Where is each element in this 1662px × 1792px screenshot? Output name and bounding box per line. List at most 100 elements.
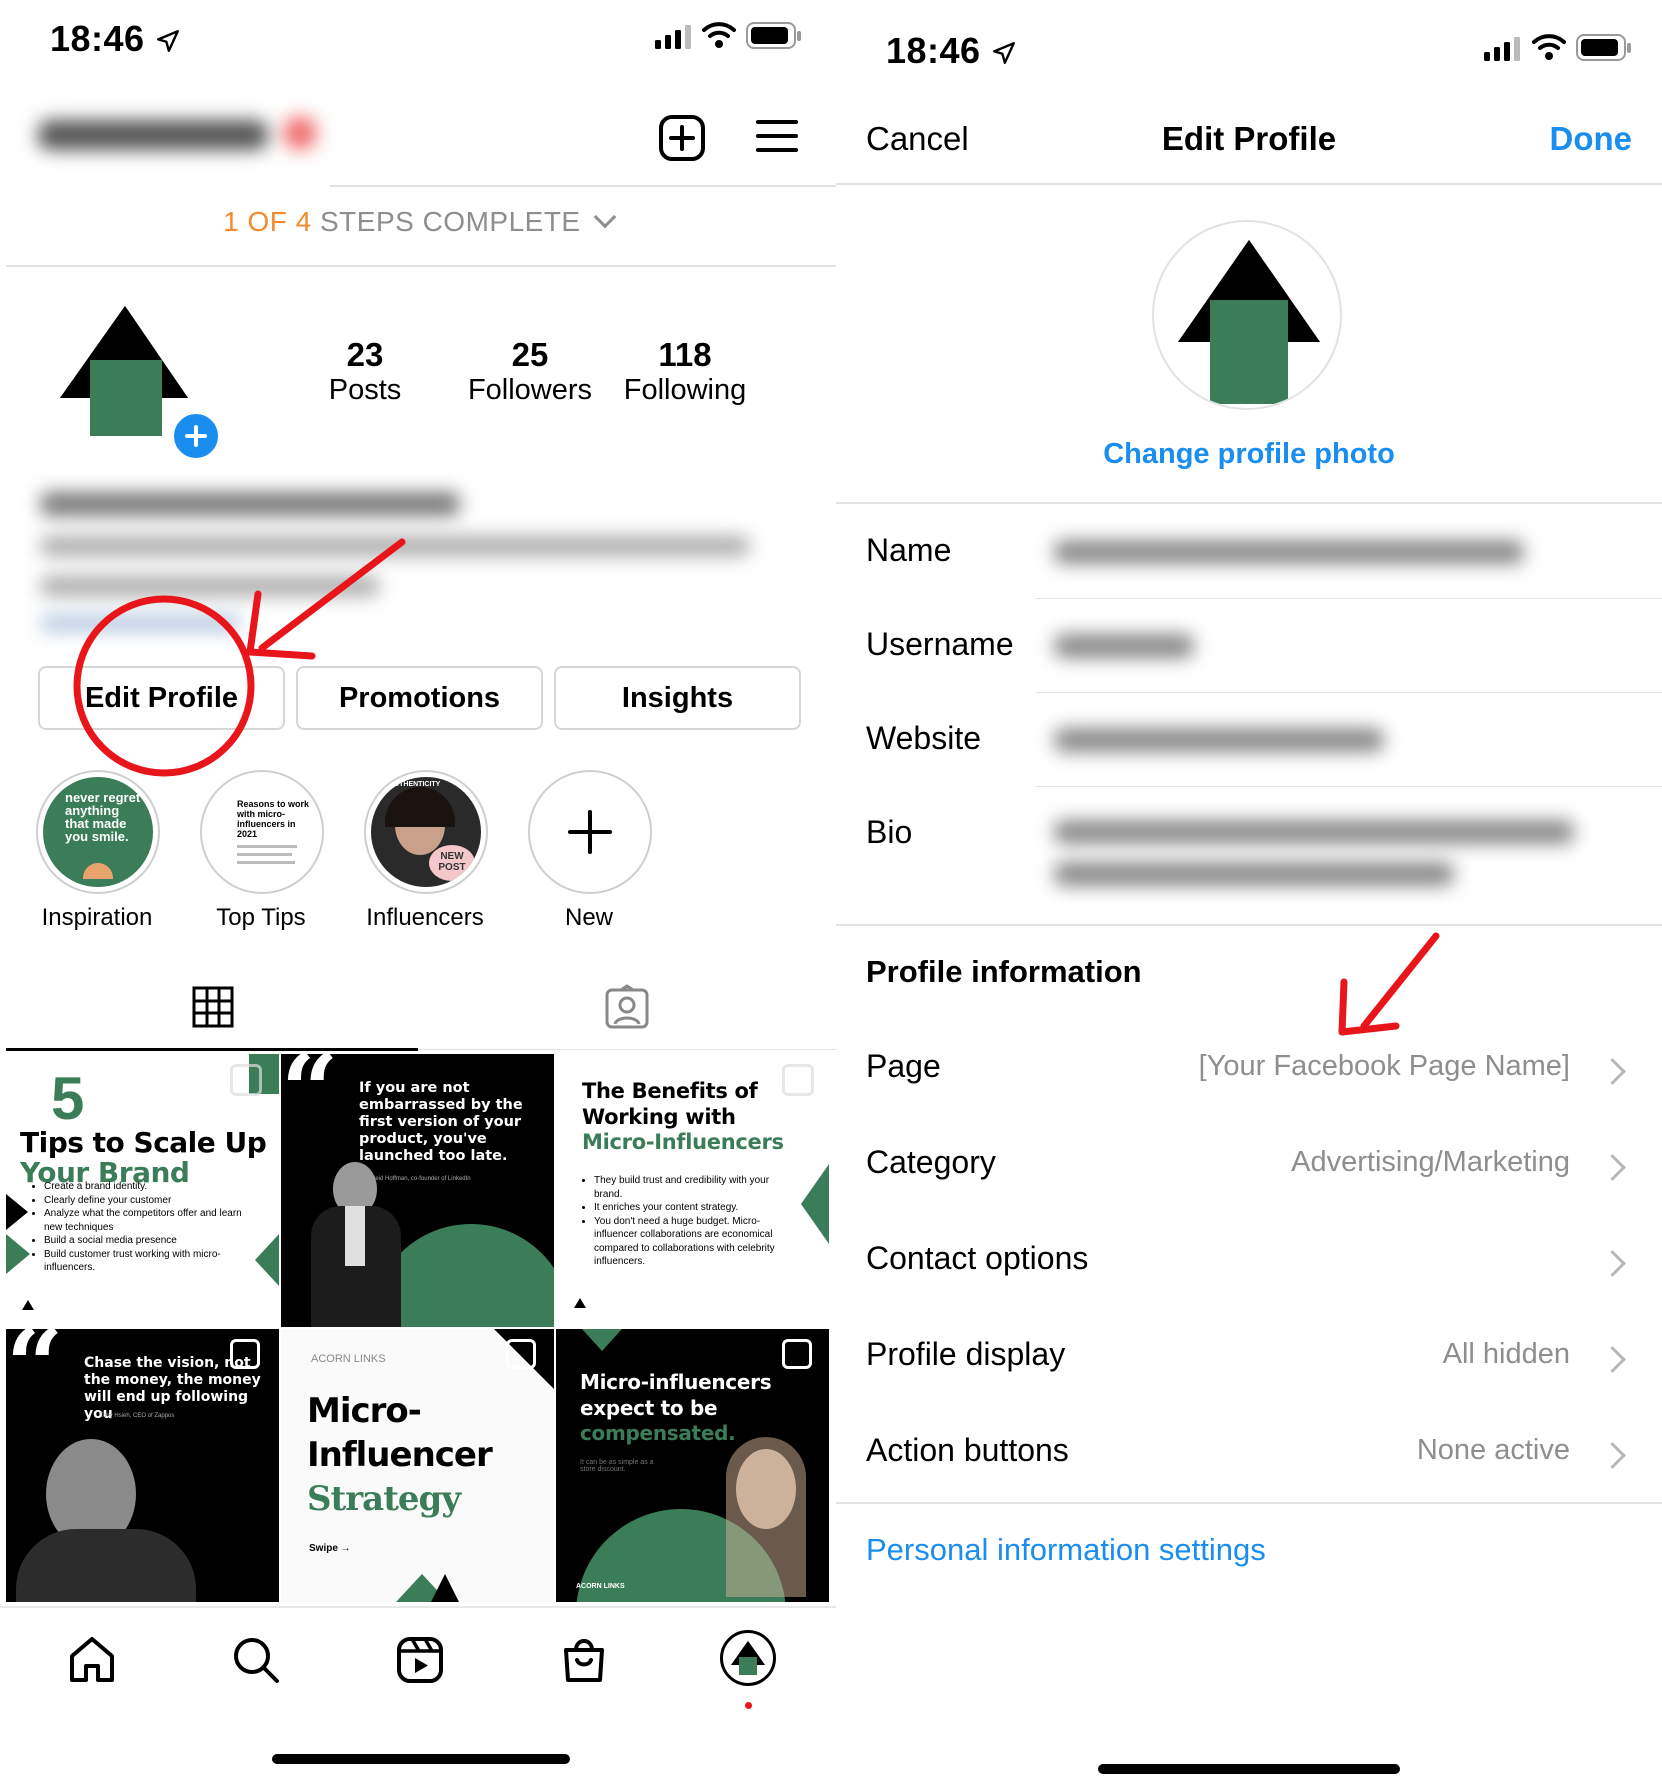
chevron-right-icon [1599,1442,1626,1469]
signal-icon [655,24,693,55]
change-photo-link[interactable]: Change profile photo [836,438,1662,471]
section-heading: Profile information [866,954,1142,989]
home-indicator [272,1754,570,1764]
highlight-label: Top Tips [216,904,306,931]
location-arrow-icon [157,30,180,53]
grid-tab[interactable] [192,986,234,1033]
chevron-down-icon [593,205,617,229]
post-bullets: They build trust and credibility with yo… [582,1174,794,1269]
highlight-label: Influencers [366,904,484,931]
bio-input-line [1054,862,1454,886]
personal-info-settings-link[interactable]: Personal information settings [866,1532,1266,1568]
brand-logo-icon [1178,240,1320,404]
post-number: 5 [51,1065,85,1132]
post-tile[interactable]: Micro-influencers expect to be compensat… [556,1329,829,1602]
post-title: Influencer [307,1435,493,1475]
row-label[interactable]: Page [866,1048,941,1085]
field-label: Username [866,626,1014,662]
bio-input[interactable] [1054,820,1574,844]
search-tab[interactable] [230,1634,282,1691]
brand-label: ACORN LINKS [576,1583,625,1590]
username-input[interactable] [1054,634,1194,658]
field-label: Name [866,532,952,568]
post-tile[interactable]: ACORN LINKS Micro- Influencer Strategy S… [281,1329,554,1602]
profile-tab[interactable] [720,1630,776,1686]
signal-icon [1484,36,1522,67]
location-arrow-icon [993,42,1016,65]
battery-icon [746,22,802,55]
row-label[interactable]: Profile display [866,1336,1065,1373]
post-title: The Benefits of Working with [582,1079,758,1129]
add-story-button[interactable] [170,410,222,462]
reels-tab[interactable] [394,1634,446,1691]
carousel-icon [506,1339,536,1369]
active-tab-indicator [6,1048,418,1051]
row-label[interactable]: Action buttons [866,1432,1069,1469]
carousel-icon [782,1339,812,1369]
post-tile[interactable]: “ If you are not embarrassed by the firs… [281,1054,554,1327]
post-title-accent: Strategy [307,1479,461,1519]
post-title-accent: compensated. [580,1421,736,1445]
chevron-right-icon [1599,1346,1626,1373]
status-time: 18:46 [886,30,1017,72]
bio-name-blurred [40,492,460,516]
chevron-right-icon [1599,1058,1626,1085]
chevron-right-icon [1599,1250,1626,1277]
done-button[interactable]: Done [1550,120,1633,158]
page-title: Edit Profile [1161,120,1337,157]
profile-photo[interactable] [1152,220,1342,410]
name-input[interactable] [1054,540,1524,564]
brand-label: ACORN LINKS [311,1353,386,1365]
wifi-icon [1532,32,1566,67]
highlight-cover-text: Reasons to work with micro-influencers i… [237,799,310,839]
profile-display-value[interactable]: All hidden [1443,1338,1570,1371]
row-label[interactable]: Category [866,1144,996,1181]
website-input[interactable] [1054,728,1384,752]
menu-icon[interactable] [756,118,798,159]
brand-logo-icon [60,306,188,436]
plus-icon [185,425,207,447]
posts-stat[interactable]: 23 Posts [295,336,435,407]
reels-icon [397,1637,443,1683]
new-post-icon[interactable] [658,114,706,167]
tagged-person-icon [605,984,649,1029]
edit-profile-screen: 18:46 Cancel Edit Profile Done Change pr… [836,0,1662,1792]
brand-logo-icon [731,1641,765,1675]
search-icon [234,1638,279,1683]
category-value[interactable]: Advertising/Marketing [1291,1146,1570,1179]
steps-progress[interactable]: 1 OF 4 STEPS COMPLETE [0,205,836,238]
action-buttons-value[interactable]: None active [1417,1434,1570,1467]
swipe-label: Swipe → [309,1543,351,1554]
following-stat[interactable]: 118 Following [615,336,755,407]
post-subtitle: It can be as simple as a store discount. [580,1459,654,1473]
carousel-icon [230,1339,260,1369]
page-value[interactable]: [Your Facebook Page Name] [1199,1050,1570,1083]
tagged-tab[interactable] [604,984,650,1035]
followers-stat[interactable]: 25 Followers [445,336,615,407]
home-icon [70,1637,114,1682]
post-tile[interactable]: “ Chase the vision, not the money, the m… [6,1329,279,1602]
chevron-right-icon [1599,1154,1626,1181]
post-bullets: Create a brand identity. Clearly define … [30,1180,254,1275]
shopping-bag-icon [564,1639,604,1682]
highlight-label: New [564,904,613,931]
profile-avatar[interactable] [60,304,190,441]
battery-icon [1576,34,1632,67]
post-credit: Reid Hoffman, co-founder of LinkedIn [371,1176,471,1182]
annotation-overlay [73,538,406,777]
carousel-icon [230,1064,262,1096]
home-tab[interactable] [66,1634,118,1691]
wifi-icon [702,20,736,55]
post-credit: Tony Hsieh, CEO of Zappos [100,1413,175,1419]
post-title: Tips to Scale Up [20,1126,267,1159]
shop-tab[interactable] [558,1634,610,1691]
home-indicator [1098,1764,1400,1774]
post-quote: If you are not embarrassed by the first … [359,1080,523,1164]
field-label: Website [866,720,982,756]
grid-icon [192,986,234,1028]
post-title: Micro- [307,1391,422,1431]
username-header[interactable] [38,112,318,158]
highlight-label: Inspiration [41,904,153,931]
cancel-button[interactable]: Cancel [866,120,969,158]
row-label[interactable]: Contact options [866,1240,1088,1277]
